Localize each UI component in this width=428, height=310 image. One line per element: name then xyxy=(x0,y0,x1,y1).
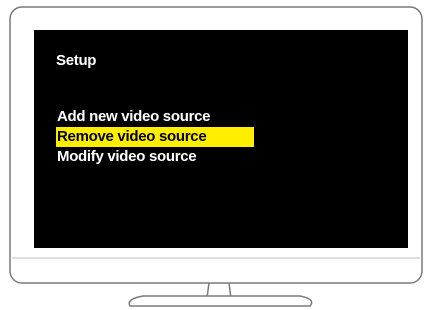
tv-stand-base xyxy=(128,295,313,307)
tv-illustration: Setup Add new video source Remove video … xyxy=(0,0,428,310)
menu-item-remove-video-source[interactable]: Remove video source xyxy=(56,127,254,147)
setup-menu: Add new video source Remove video source… xyxy=(56,107,254,167)
menu-item-add-video-source[interactable]: Add new video source xyxy=(56,107,254,127)
menu-item-modify-video-source[interactable]: Modify video source xyxy=(56,147,254,167)
tv-screen: Setup Add new video source Remove video … xyxy=(34,30,408,248)
setup-title: Setup xyxy=(56,52,97,69)
